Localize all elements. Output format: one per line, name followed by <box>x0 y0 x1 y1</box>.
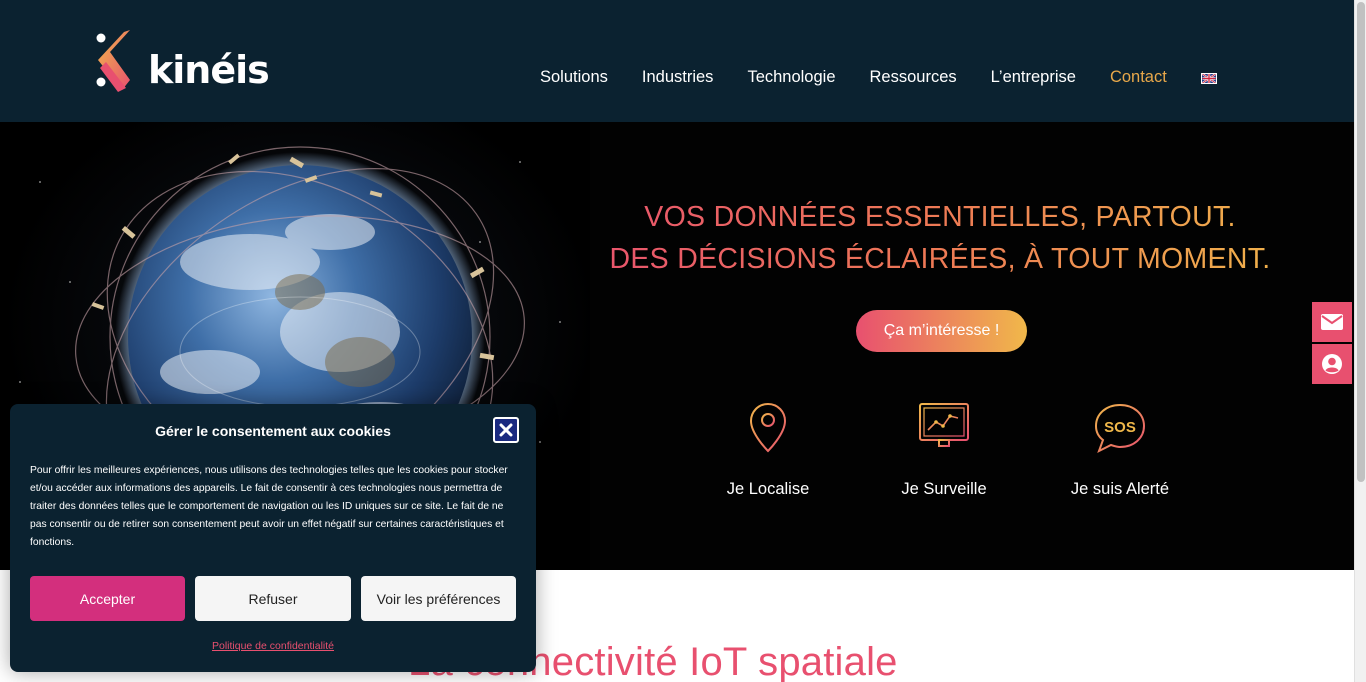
page: kinéis Solutions Industries Technologie … <box>0 0 1366 682</box>
sos-bubble-icon: SOS <box>1094 403 1146 454</box>
feature-alerte-label: Je suis Alerté <box>1070 480 1170 498</box>
main-nav: Solutions Industries Technologie Ressour… <box>540 68 1217 87</box>
contact-email-button[interactable] <box>1312 302 1352 342</box>
refuse-button[interactable]: Refuser <box>195 576 351 621</box>
hero-headline: VOS DONNÉES ESSENTIELLES, PARTOUT. DES D… <box>560 196 1320 280</box>
nav-technologie[interactable]: Technologie <box>747 68 835 87</box>
nav-ressources[interactable]: Ressources <box>870 68 957 87</box>
monitor-chart-icon <box>919 403 969 449</box>
svg-text:SOS: SOS <box>1104 419 1136 436</box>
nav-industries[interactable]: Industries <box>642 68 714 87</box>
cookie-modal-title: Gérer le consentement aux cookies <box>155 423 391 439</box>
scrollbar-thumb[interactable] <box>1357 2 1365 482</box>
uk-flag-icon[interactable] <box>1200 73 1217 84</box>
feature-alerte[interactable]: SOS Je suis Alerté <box>1050 402 1190 499</box>
location-pin-icon <box>749 402 787 453</box>
cookie-modal-text: Pour offrir les meilleures expériences, … <box>30 465 508 548</box>
kineis-logo[interactable]: kinéis <box>96 30 270 94</box>
logo-text: kinéis <box>148 48 270 92</box>
privacy-policy-link[interactable]: Politique de confidentialité <box>10 640 536 652</box>
kineis-logo-mark-icon <box>96 30 130 92</box>
page-scrollbar[interactable] <box>1354 0 1366 682</box>
hero-line-1: VOS DONNÉES ESSENTIELLES, PARTOUT. <box>560 196 1320 238</box>
feature-surveille-label: Je Surveille <box>901 480 987 498</box>
interest-cta-button[interactable]: Ça m’intéresse ! <box>856 310 1027 352</box>
feature-surveille[interactable]: Je Surveille <box>874 402 1014 499</box>
user-circle-icon <box>1322 354 1342 374</box>
account-button[interactable] <box>1312 344 1352 384</box>
hero-line-2: DES DÉCISIONS ÉCLAIRÉES, À TOUT MOMENT. <box>560 238 1320 280</box>
accept-button[interactable]: Accepter <box>30 576 185 621</box>
close-icon <box>499 423 513 437</box>
nav-solutions[interactable]: Solutions <box>540 68 608 87</box>
cookie-consent-modal: Gérer le consentement aux cookies Pour o… <box>10 404 536 672</box>
site-header: kinéis Solutions Industries Technologie … <box>0 0 1354 122</box>
feature-localise[interactable]: Je Localise <box>698 402 838 499</box>
envelope-icon <box>1321 314 1343 330</box>
feature-localise-label: Je Localise <box>726 480 810 498</box>
view-preferences-button[interactable]: Voir les préférences <box>361 576 516 621</box>
close-button[interactable] <box>493 417 519 443</box>
nav-entreprise[interactable]: L’entreprise <box>991 68 1076 87</box>
nav-contact[interactable]: Contact <box>1110 68 1167 87</box>
